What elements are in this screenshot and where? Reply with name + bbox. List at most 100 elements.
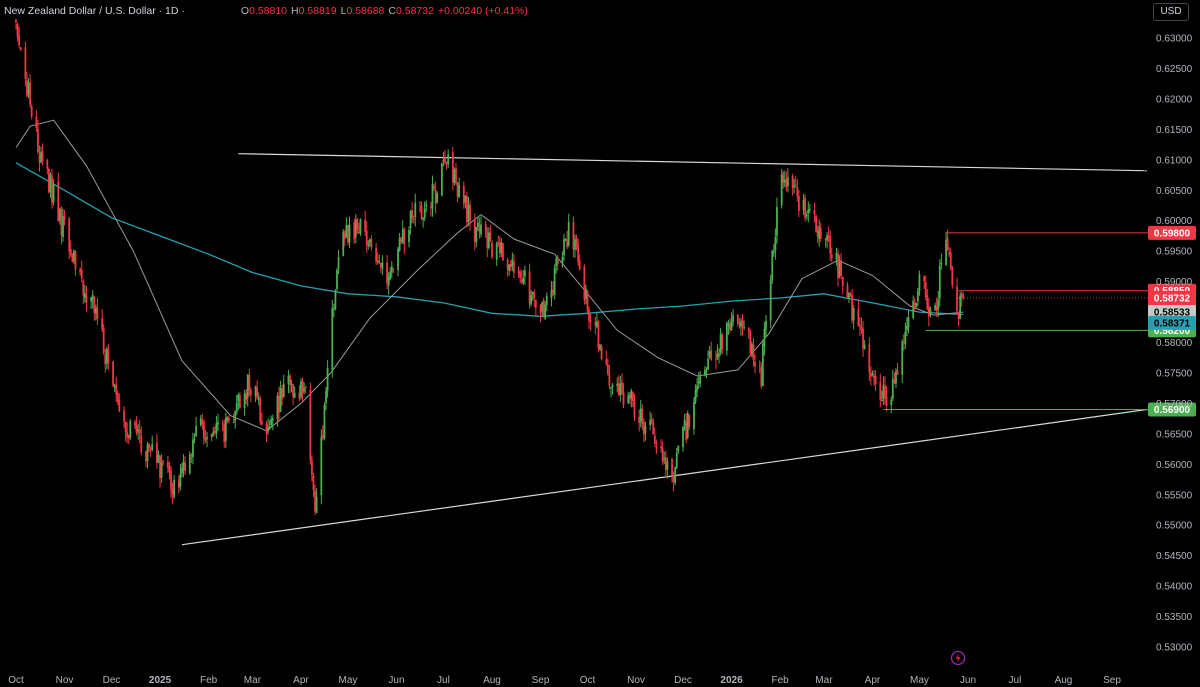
- candle-body: [583, 266, 586, 300]
- candle-body: [140, 435, 143, 452]
- moving-average-short: [15, 119, 964, 432]
- candle-body: [162, 460, 165, 462]
- candle-body: [462, 185, 465, 204]
- trendline[interactable]: [181, 408, 1148, 546]
- candle-body: [412, 218, 415, 220]
- candle-body: [35, 116, 38, 128]
- candle-body: [868, 344, 871, 373]
- candle-body: [749, 330, 752, 354]
- candle-body: [960, 293, 963, 298]
- candle-body: [826, 235, 828, 241]
- candle-body: [785, 179, 788, 188]
- candle-body: [588, 310, 590, 321]
- candle-body: [891, 378, 894, 399]
- candle-body: [819, 228, 822, 239]
- candle-body: [913, 301, 916, 306]
- candle-body: [85, 293, 88, 303]
- price-tick-label: 0.58000: [1156, 338, 1193, 349]
- candle-body: [69, 249, 72, 255]
- high-value: 0.58819: [298, 5, 337, 17]
- candle-body: [159, 456, 161, 478]
- candle-body: [62, 216, 64, 237]
- candle-body: [783, 179, 786, 183]
- candle-body: [292, 384, 295, 398]
- candle-body: [379, 263, 382, 267]
- trendline[interactable]: [238, 153, 1148, 172]
- candle-body: [112, 361, 114, 386]
- candle-body: [916, 290, 919, 302]
- candle-body: [276, 395, 279, 419]
- candle-body: [600, 346, 603, 360]
- candle-body: [874, 375, 877, 385]
- candle-body: [716, 353, 719, 359]
- candle-body: [444, 157, 446, 163]
- candle-body: [213, 431, 216, 433]
- time-axis[interactable]: Oct Nov Dec 2025 Feb Mar Apr May Jun Jul Aug Sep Oct…: [8, 675, 1121, 686]
- candle-body: [101, 318, 104, 330]
- candle-body: [890, 399, 893, 406]
- candle-body: [375, 248, 378, 262]
- candle-body: [780, 175, 783, 206]
- candle-body: [376, 260, 379, 262]
- candle-body: [146, 444, 149, 461]
- candle-body: [553, 267, 556, 296]
- candle-body: [495, 243, 498, 260]
- lightning-icon[interactable]: [950, 650, 966, 666]
- candle-body: [725, 323, 728, 351]
- candle-body: [575, 238, 578, 246]
- candle-body: [16, 24, 19, 38]
- candle-body: [632, 392, 634, 401]
- candle-body: [38, 154, 41, 163]
- candle-body: [83, 293, 86, 298]
- candle-body: [368, 239, 371, 243]
- candle-body: [215, 422, 218, 434]
- candle-body: [235, 402, 238, 412]
- candle-body: [949, 252, 952, 268]
- candle-body: [617, 383, 620, 396]
- candle-body: [398, 237, 401, 251]
- price-axis[interactable]: 0.63000 0.62500 0.62000 0.61500 0.61000 0.605…: [1156, 34, 1193, 654]
- candle-body: [774, 236, 777, 251]
- candle-body: [727, 324, 730, 326]
- candle-body: [857, 309, 860, 326]
- symbol-title[interactable]: New Zealand Dollar / U.S. Dollar · 1D ·: [4, 3, 185, 19]
- candle-body: [672, 476, 675, 482]
- time-tick-label: 2025: [149, 675, 172, 686]
- candle-body: [633, 399, 636, 418]
- candle-body: [282, 383, 285, 398]
- candle-body: [221, 423, 224, 425]
- candle-body: [959, 295, 962, 319]
- currency-button[interactable]: USD: [1153, 3, 1189, 21]
- candle-body: [245, 392, 248, 400]
- candle-body: [523, 270, 526, 277]
- candle-body: [268, 426, 271, 430]
- candle-body: [671, 458, 673, 476]
- candle-body: [401, 229, 404, 243]
- symbol-legend: New Zealand Dollar / U.S. Dollar · 1D · …: [4, 3, 532, 19]
- price-tick-label: 0.55500: [1156, 490, 1193, 501]
- candle-body: [829, 236, 832, 254]
- price-tags: 0.5873214:39:020.585330.58371: [958, 290, 1196, 330]
- candle-body: [387, 277, 390, 286]
- candle-body: [729, 323, 731, 330]
- candle-body: [824, 238, 827, 240]
- candle-body: [893, 381, 896, 383]
- candle-body: [298, 392, 301, 400]
- candle-body: [769, 280, 772, 321]
- candle-body: [254, 386, 257, 397]
- price-tick-label: 0.53000: [1156, 643, 1193, 654]
- candle-body: [24, 47, 27, 79]
- close-label: C: [388, 5, 396, 17]
- candle-body: [52, 184, 55, 202]
- candle-body: [440, 163, 443, 196]
- price-chart[interactable]: 0.598000.588500.582000.56900 0.630000.62…: [0, 0, 1200, 687]
- candle-body: [71, 254, 74, 262]
- candle-body: [574, 239, 576, 250]
- candle-body: [223, 424, 226, 442]
- candle-body: [260, 420, 263, 425]
- candle-body: [782, 172, 785, 184]
- candle-body: [206, 437, 208, 439]
- candle-body: [378, 261, 381, 263]
- candle-body: [73, 250, 75, 262]
- trendlines[interactable]: [181, 153, 1148, 546]
